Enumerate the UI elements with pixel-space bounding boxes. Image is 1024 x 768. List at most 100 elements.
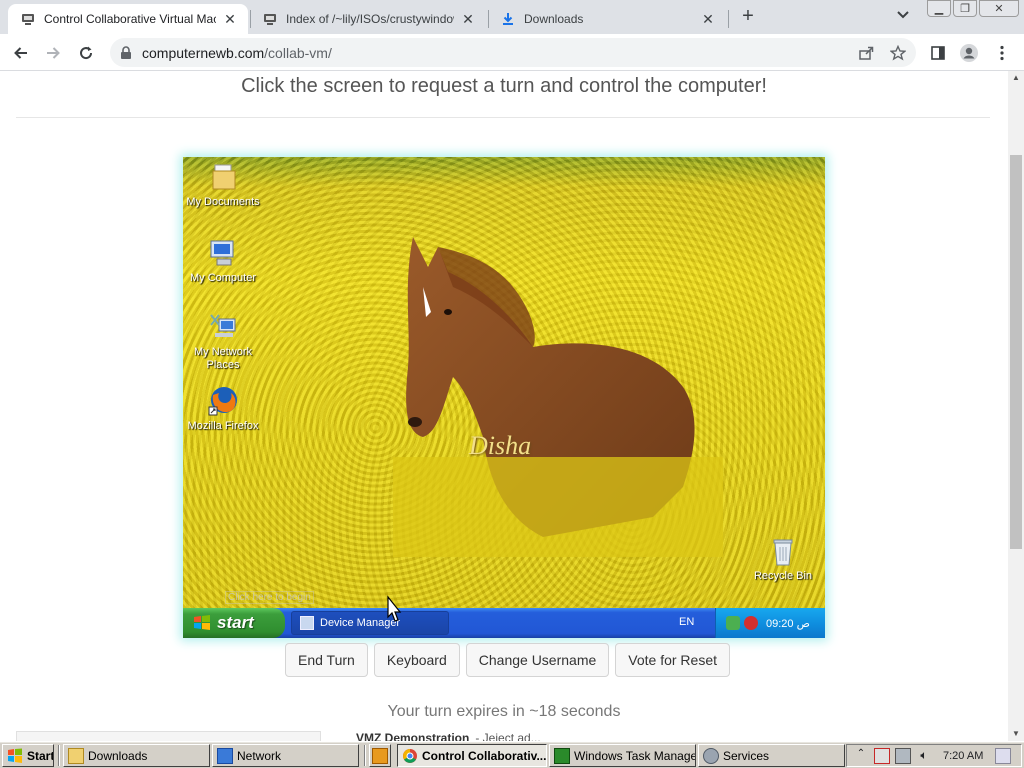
host-task-label: Control Collaborativ... — [422, 748, 547, 763]
collabvm-icon — [262, 11, 278, 27]
services-gear-icon — [703, 747, 719, 764]
close-tab-icon[interactable]: ✕ — [460, 11, 476, 27]
show-desktop-icon[interactable] — [995, 747, 1012, 764]
media-player-icon — [372, 747, 388, 764]
host-task-label: Network — [237, 748, 282, 763]
computer-icon — [207, 237, 239, 269]
host-quicklaunch[interactable] — [369, 744, 391, 767]
restore-icon[interactable]: ❐ — [953, 0, 977, 17]
change-username-button[interactable]: Change Username — [465, 643, 610, 677]
download-icon — [500, 11, 516, 27]
forward-icon[interactable] — [42, 42, 64, 64]
network-tray-icon[interactable] — [726, 616, 740, 630]
desktop-icon-label: My Documents — [186, 196, 260, 208]
vm-control-buttons: End Turn Keyboard Change Username Vote f… — [285, 643, 730, 677]
network-icon — [217, 747, 233, 764]
device-manager-icon — [300, 616, 314, 630]
host-start-label: Start — [27, 748, 54, 763]
page-content: Click the screen to request a turn and c… — [0, 71, 1008, 741]
desktop-icon-my-computer[interactable]: My Computer — [183, 237, 263, 285]
host-task-downloads[interactable]: Downloads — [63, 744, 210, 767]
tab-title: Control Collaborative Virtual Machin — [44, 12, 216, 26]
host-taskbar: Start Downloads Network Control Collabor… — [0, 741, 1024, 768]
url-host: computernewb.com — [142, 44, 265, 61]
wallpaper-caption: Disha — [469, 431, 532, 460]
chrome-icon — [403, 748, 417, 763]
close-tab-icon[interactable]: ✕ — [222, 11, 238, 27]
folder-icon — [207, 161, 239, 193]
network-tray-icon[interactable] — [895, 747, 911, 764]
xp-task-device-manager[interactable]: Device Manager — [291, 611, 449, 635]
close-tab-icon[interactable]: ✕ — [700, 11, 716, 27]
host-task-label: Windows Task Manager — [574, 748, 696, 763]
desktop-icon-recycle-bin[interactable]: Recycle Bin — [743, 535, 823, 583]
share-icon[interactable] — [855, 42, 877, 64]
lock-icon[interactable] — [120, 45, 134, 60]
recycle-bin-icon — [767, 535, 799, 567]
vm-title: VMZ Demonstration - Jeject ad... — [356, 731, 541, 741]
bookmark-star-icon[interactable] — [887, 42, 909, 64]
host-task-chrome[interactable]: Control Collaborativ... — [397, 744, 547, 767]
host-task-network[interactable]: Network — [212, 744, 359, 767]
scroll-up-icon[interactable]: ▲ — [1008, 71, 1024, 85]
new-tab-button[interactable]: + — [737, 6, 759, 28]
tab-search-icon[interactable] — [896, 9, 914, 25]
mouse-cursor-icon — [387, 595, 402, 622]
host-task-task-manager[interactable]: Windows Task Manager — [549, 744, 696, 767]
task-manager-icon — [554, 747, 570, 764]
url-path: /collab-vm/ — [264, 44, 332, 61]
volume-icon[interactable]: 🔈︎ — [916, 748, 932, 764]
tab-title: Downloads — [524, 12, 584, 26]
tray-expand-icon[interactable]: ⌃ — [853, 748, 869, 764]
vm-name: VMZ Demonstration — [356, 731, 470, 741]
window-controls: ▁ ❐ ✕ — [927, 0, 1021, 18]
horse-wallpaper-image — [393, 237, 723, 557]
vm-name-suffix: - Jeject ad... — [475, 731, 541, 741]
vm-screen[interactable]: Disha My Documents My Computer My Networ… — [183, 157, 825, 638]
host-task-services[interactable]: Services — [698, 744, 845, 767]
tab-downloads[interactable]: Downloads ✕ — [488, 4, 726, 34]
close-window-icon[interactable]: ✕ — [979, 0, 1019, 17]
vote-reset-button[interactable]: Vote for Reset — [615, 643, 730, 677]
folder-icon — [68, 747, 84, 764]
xp-language-indicator[interactable]: EN — [679, 616, 694, 628]
xp-start-button[interactable]: start — [183, 608, 285, 638]
windows-flag-icon — [8, 748, 22, 763]
profile-avatar-icon[interactable] — [958, 42, 980, 64]
xp-taskbar: start Device Manager EN 09:20 ص — [183, 608, 825, 638]
vm-desktop[interactable]: Disha My Documents My Computer My Networ… — [183, 157, 825, 608]
desktop-icon-my-network-places[interactable]: My Network Places — [183, 311, 263, 372]
desktop-icon-mozilla-firefox[interactable]: Mozilla Firefox — [183, 385, 263, 433]
tab-index-isos[interactable]: Index of /~lily/ISOs/crustywindows/ ✕ — [250, 4, 486, 34]
minimize-icon[interactable]: ▁ — [927, 0, 951, 17]
page-scrollbar[interactable]: ▲ ▼ — [1008, 71, 1024, 741]
security-shield-icon[interactable] — [744, 616, 758, 630]
url-text: computernewb.com/collab-vm/ — [142, 45, 332, 61]
side-panel-icon[interactable] — [927, 42, 949, 64]
scroll-down-icon[interactable]: ▼ — [1008, 727, 1024, 741]
xp-system-tray: 09:20 ص — [715, 608, 825, 638]
user-list-panel — [16, 731, 321, 741]
page-headline: Click the screen to request a turn and c… — [241, 75, 767, 97]
reload-icon[interactable] — [75, 42, 97, 64]
desktop-icon-label: My Network Places — [193, 346, 253, 371]
host-start-button[interactable]: Start — [2, 744, 54, 767]
click-hint: Click here to begin — [225, 591, 314, 604]
host-task-label: Downloads — [88, 748, 148, 763]
network-icon — [207, 311, 239, 343]
collabvm-icon — [20, 11, 36, 27]
menu-kebab-icon[interactable] — [991, 42, 1013, 64]
tab-collab-vm[interactable]: Control Collaborative Virtual Machin ✕ — [8, 4, 248, 34]
tab-strip: Control Collaborative Virtual Machin ✕ I… — [0, 0, 1024, 34]
address-bar[interactable]: computernewb.com/collab-vm/ — [110, 38, 916, 67]
browser-toolbar: computernewb.com/collab-vm/ — [0, 34, 1024, 71]
divider — [16, 117, 990, 118]
host-clock: 7:20 AM — [943, 749, 984, 762]
desktop-icon-my-documents[interactable]: My Documents — [183, 161, 263, 209]
windows-flag-icon — [194, 615, 210, 630]
network-error-icon[interactable] — [874, 747, 890, 764]
back-icon[interactable] — [10, 42, 32, 64]
end-turn-button[interactable]: End Turn — [285, 643, 368, 677]
scrollbar-thumb[interactable] — [1010, 155, 1022, 549]
keyboard-button[interactable]: Keyboard — [373, 643, 460, 677]
